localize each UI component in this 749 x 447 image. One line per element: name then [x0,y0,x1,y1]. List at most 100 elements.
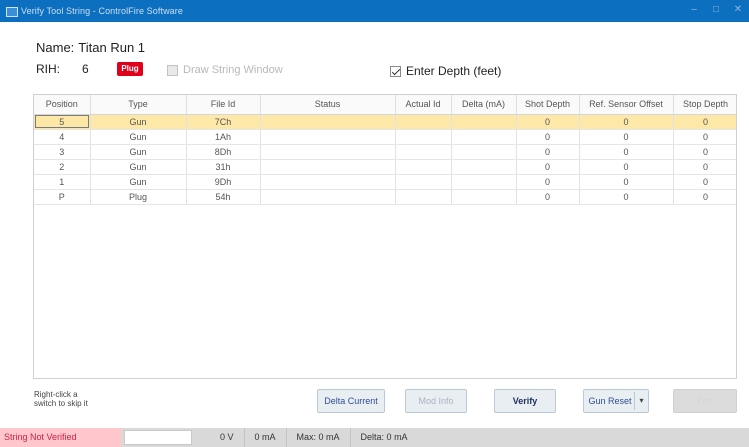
skip-hint-line2: switch to skip it [34,399,88,408]
cell-ref-sensor-offset[interactable]: 0 [579,129,674,145]
cell-type[interactable]: Gun [90,114,187,130]
cell-position[interactable]: 4 [34,129,91,145]
cell-actual-id[interactable] [395,159,452,175]
cell-file-id[interactable]: 9Dh [186,174,261,190]
chevron-down-icon[interactable]: ▾ [634,392,648,410]
gun-reset-button[interactable]: Gun Reset ▾ [583,389,649,413]
cell-delta[interactable] [451,159,517,175]
cell-status[interactable] [260,129,396,145]
cell-file-id[interactable]: 1Ah [186,129,261,145]
cell-actual-id[interactable] [395,189,452,205]
cell-position[interactable]: 3 [34,144,91,160]
cell-delta[interactable] [451,174,517,190]
empty-cell [90,354,186,369]
empty-cell [186,354,260,369]
cell-shot-depth[interactable]: 0 [516,129,580,145]
empty-cell [186,234,260,249]
empty-cell [90,204,186,219]
empty-cell [579,339,673,354]
empty-cell [260,219,395,234]
cell-actual-id[interactable] [395,174,452,190]
cell-actual-id[interactable] [395,129,452,145]
empty-cell [90,339,186,354]
enter-depth-checkbox[interactable]: Enter Depth (feet) [390,64,501,78]
empty-cell [579,249,673,264]
cell-type[interactable]: Gun [90,129,187,145]
mod-info-button[interactable]: Mod Info [405,389,467,413]
cell-actual-id[interactable] [395,144,452,160]
cell-status[interactable] [260,144,396,160]
cell-delta[interactable] [451,114,517,130]
delta-current-button[interactable]: Delta Current [317,389,385,413]
table-row[interactable]: 5 Gun 7Ch 0 0 0 [34,114,736,130]
cell-file-id[interactable]: 31h [186,159,261,175]
maximize-button[interactable]: □ [709,4,723,16]
empty-cell [260,324,395,339]
col-stop-depth[interactable]: Stop Depth [673,95,736,115]
col-type[interactable]: Type [90,95,187,115]
cell-delta[interactable] [451,129,517,145]
cell-ref-sensor-offset[interactable]: 0 [579,144,674,160]
cell-position[interactable]: 5 [34,114,91,130]
cell-stop-depth[interactable]: 0 [673,144,736,160]
empty-cell [90,219,186,234]
cell-position[interactable]: 2 [34,159,91,175]
cell-ref-sensor-offset[interactable]: 0 [579,114,674,130]
cell-status[interactable] [260,114,396,130]
cell-status[interactable] [260,159,396,175]
col-ref-sensor-offset[interactable]: Ref. Sensor Offset [579,95,674,115]
cell-status[interactable] [260,174,396,190]
cell-file-id[interactable]: 7Ch [186,114,261,130]
cell-ref-sensor-offset[interactable]: 0 [579,189,674,205]
cell-shot-depth[interactable]: 0 [516,159,580,175]
cell-file-id[interactable]: 8Dh [186,144,261,160]
empty-cell [451,369,516,378]
empty-cell [260,339,395,354]
col-status[interactable]: Status [260,95,396,115]
table-row[interactable]: 4 Gun 1Ah 0 0 0 [34,129,736,145]
empty-cell [90,294,186,309]
table-row[interactable]: P Plug 54h 0 0 0 [34,189,736,205]
cell-actual-id[interactable] [395,114,452,130]
cell-shot-depth[interactable]: 0 [516,174,580,190]
cell-type[interactable]: Gun [90,144,187,160]
cell-shot-depth[interactable]: 0 [516,114,580,130]
close-button[interactable]: ✕ [731,4,745,16]
fire-button[interactable]: Fire [673,389,737,413]
cell-position[interactable]: P [34,189,91,205]
draw-string-checkbox-box [167,64,178,76]
col-shot-depth[interactable]: Shot Depth [516,95,580,115]
cell-type[interactable]: Gun [90,174,187,190]
empty-cell [516,219,579,234]
cell-delta[interactable] [451,144,517,160]
cell-stop-depth[interactable]: 0 [673,114,736,130]
cell-file-id[interactable]: 54h [186,189,261,205]
minimize-button[interactable]: – [687,4,701,16]
cell-stop-depth[interactable]: 0 [673,129,736,145]
cell-stop-depth[interactable]: 0 [673,159,736,175]
cell-type[interactable]: Plug [90,189,187,205]
col-position[interactable]: Position [34,95,91,115]
table-row[interactable]: 3 Gun 8Dh 0 0 0 [34,144,736,160]
col-delta[interactable]: Delta (mA) [451,95,517,115]
cell-position[interactable]: 1 [34,174,91,190]
cell-status[interactable] [260,189,396,205]
col-actual-id[interactable]: Actual Id [395,95,452,115]
empty-cell [260,369,395,378]
empty-cell [451,354,516,369]
empty-cell [451,279,516,294]
cell-shot-depth[interactable]: 0 [516,144,580,160]
table-row[interactable]: 1 Gun 9Dh 0 0 0 [34,174,736,190]
verify-button[interactable]: Verify [494,389,556,413]
tool-string-grid[interactable]: Position Type File Id Status Actual Id D… [33,94,737,379]
cell-delta[interactable] [451,189,517,205]
cell-stop-depth[interactable]: 0 [673,189,736,205]
enter-depth-checkbox-box[interactable] [390,65,401,77]
cell-type[interactable]: Gun [90,159,187,175]
cell-ref-sensor-offset[interactable]: 0 [579,174,674,190]
cell-ref-sensor-offset[interactable]: 0 [579,159,674,175]
cell-stop-depth[interactable]: 0 [673,174,736,190]
table-row[interactable]: 2 Gun 31h 0 0 0 [34,159,736,175]
cell-shot-depth[interactable]: 0 [516,189,580,205]
col-file-id[interactable]: File Id [186,95,261,115]
